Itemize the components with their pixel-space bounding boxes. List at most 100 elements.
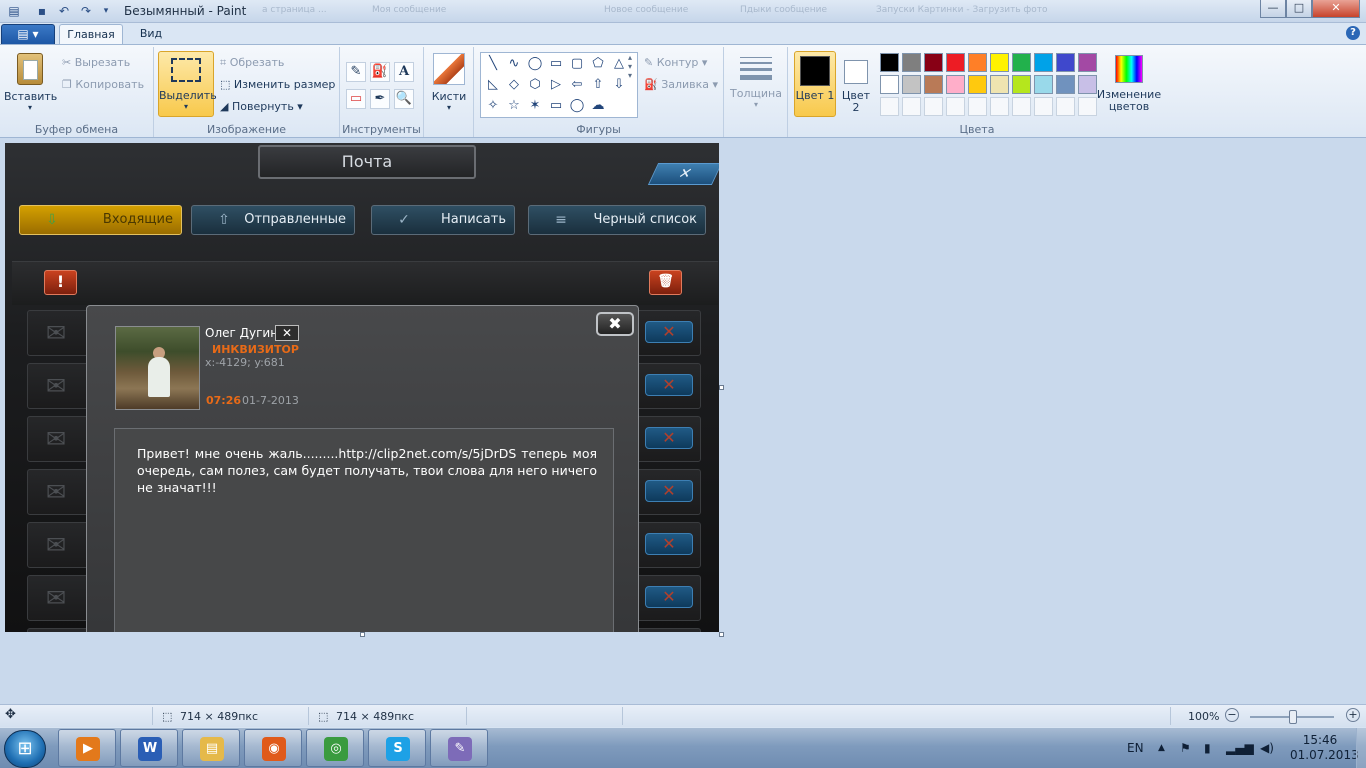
redo-icon[interactable]: ↷ — [78, 3, 94, 19]
shape-option[interactable]: ▷ — [547, 76, 565, 94]
shape-option[interactable]: ∿ — [505, 55, 523, 73]
tab-view[interactable]: Вид — [128, 24, 174, 45]
shape-option[interactable]: ╲ — [484, 55, 502, 73]
color2-button[interactable]: Цвет 2 — [838, 51, 874, 117]
taskbar-app-skype[interactable]: S — [368, 729, 426, 767]
palette-color-swatch[interactable] — [880, 75, 899, 94]
crop-button[interactable]: ⌗ Обрезать — [220, 56, 284, 70]
cut-button[interactable]: ✂ Вырезать — [62, 56, 130, 69]
shape-option[interactable]: ☁ — [589, 97, 607, 115]
outline-button[interactable]: ✎ Контур ▾ — [644, 56, 707, 69]
eraser-icon[interactable]: ▭ — [346, 89, 366, 109]
palette-color-swatch[interactable] — [968, 97, 987, 116]
help-icon[interactable]: ? — [1346, 26, 1360, 40]
palette-color-swatch[interactable] — [968, 75, 987, 94]
mail-row-delete-button[interactable]: ✕ — [645, 321, 693, 343]
edit-colors-button[interactable]: Изменение цветов — [1096, 51, 1162, 117]
shape-option[interactable]: ▭ — [547, 97, 565, 115]
palette-color-swatch[interactable] — [1012, 75, 1031, 94]
mail-row-delete-button[interactable]: ✕ — [645, 427, 693, 449]
palette-color-swatch[interactable] — [1012, 53, 1031, 72]
taskbar-app-firefox[interactable]: ◉ — [244, 729, 302, 767]
resize-button[interactable]: ⬚ Изменить размер — [220, 78, 335, 91]
palette-color-swatch[interactable] — [1034, 75, 1053, 94]
palette-color-swatch[interactable] — [902, 75, 921, 94]
tab-inbox[interactable]: ⇩ Входящие — [19, 205, 182, 235]
shape-option[interactable]: ◺ — [484, 76, 502, 94]
volume-icon[interactable]: ◀) — [1260, 741, 1274, 755]
palette-color-swatch[interactable] — [924, 53, 943, 72]
resize-handle-bottom[interactable] — [360, 632, 365, 637]
shape-option[interactable]: ◯ — [568, 97, 586, 115]
resize-handle-right[interactable] — [719, 385, 724, 390]
palette-color-swatch[interactable] — [946, 97, 965, 116]
palette-color-swatch[interactable] — [968, 53, 987, 72]
size-button[interactable]: Толщина ▾ — [730, 51, 782, 117]
taskbar-app-paint[interactable]: ✎ — [430, 729, 488, 767]
shapes-scroll-icon[interactable]: ▴ ▾ ▾ — [628, 53, 632, 80]
shape-option[interactable]: ⇦ — [568, 76, 586, 94]
mail-close-button[interactable]: ✕ — [647, 163, 719, 185]
palette-color-swatch[interactable] — [1034, 97, 1053, 116]
palette-color-swatch[interactable] — [946, 75, 965, 94]
taskbar-app-media[interactable]: ▶ — [58, 729, 116, 767]
shape-option[interactable]: ▭ — [547, 55, 565, 73]
palette-color-swatch[interactable] — [902, 97, 921, 116]
palette-color-swatch[interactable] — [990, 53, 1009, 72]
shape-option[interactable]: ◇ — [505, 76, 523, 94]
zoom-out-button[interactable]: − — [1225, 708, 1239, 722]
network-icon[interactable]: ▂▄▆ — [1226, 741, 1254, 755]
shape-option[interactable]: ⬡ — [526, 76, 544, 94]
tab-compose[interactable]: ✓ Написать — [371, 205, 515, 235]
shape-option[interactable]: ☆ — [505, 97, 523, 115]
text-tool-icon[interactable]: A — [394, 62, 414, 82]
popup-close-button[interactable]: ✖ — [596, 312, 634, 336]
sender-coords[interactable]: x:-4129; y:681 — [205, 356, 285, 369]
fill-bucket-icon[interactable]: ⛽ — [370, 62, 390, 82]
shape-option[interactable]: ▢ — [568, 55, 586, 73]
save-icon[interactable]: ▪ — [34, 3, 50, 19]
resize-handle-corner[interactable] — [719, 632, 724, 637]
select-button[interactable]: Выделить ▾ — [158, 51, 217, 117]
palette-color-swatch[interactable] — [924, 97, 943, 116]
magnifier-icon[interactable]: 🔍 — [394, 89, 414, 109]
tab-blacklist[interactable]: ≡ Черный список — [528, 205, 706, 235]
palette-color-swatch[interactable] — [902, 53, 921, 72]
show-desktop-button[interactable] — [1356, 728, 1366, 768]
flag-icon[interactable]: ⚑ — [1180, 741, 1191, 755]
palette-color-swatch[interactable] — [1056, 75, 1075, 94]
quick-access-dropdown-icon[interactable]: ▾ — [98, 3, 114, 19]
rotate-button[interactable]: ◢ Повернуть ▾ — [220, 100, 303, 113]
palette-color-swatch[interactable] — [880, 53, 899, 72]
palette-color-swatch[interactable] — [1078, 53, 1097, 72]
shape-option[interactable]: ✶ — [526, 97, 544, 115]
taskbar-app-explorer[interactable]: ▤ — [182, 729, 240, 767]
palette-color-swatch[interactable] — [990, 97, 1009, 116]
start-button[interactable]: ⊞ — [4, 730, 46, 768]
palette-color-swatch[interactable] — [924, 75, 943, 94]
palette-color-swatch[interactable] — [1012, 97, 1031, 116]
shape-option[interactable]: ⇩ — [610, 76, 628, 94]
mail-row-delete-button[interactable]: ✕ — [645, 480, 693, 502]
system-clock[interactable]: 15:46 01.07.2013 — [1290, 733, 1359, 763]
file-menu-button[interactable]: ▤ ▾ — [1, 24, 55, 44]
device-icon[interactable]: ▮ — [1204, 741, 1211, 755]
pencil-icon[interactable]: ✎ — [346, 62, 366, 82]
minimize-button[interactable]: — — [1260, 0, 1286, 18]
avatar[interactable] — [115, 326, 200, 410]
paste-button[interactable]: Вставить ▾ — [4, 51, 57, 117]
mark-important-button[interactable]: ! — [44, 270, 77, 295]
color-picker-icon[interactable]: ✒ — [370, 89, 390, 109]
tab-home[interactable]: Главная — [59, 24, 123, 45]
shape-option[interactable]: ✧ — [484, 97, 502, 115]
palette-color-swatch[interactable] — [1034, 53, 1053, 72]
tray-expand-icon[interactable]: ▲ — [1158, 743, 1165, 753]
palette-color-swatch[interactable] — [1056, 97, 1075, 116]
paint-app-icon[interactable]: ▤ — [6, 3, 22, 19]
shape-option[interactable]: ◯ — [526, 55, 544, 73]
delete-button[interactable]: 🗑 — [649, 270, 682, 295]
palette-color-swatch[interactable] — [880, 97, 899, 116]
taskbar-app-word[interactable]: W — [120, 729, 178, 767]
shape-option[interactable]: △ — [610, 55, 628, 73]
palette-color-swatch[interactable] — [1078, 75, 1097, 94]
